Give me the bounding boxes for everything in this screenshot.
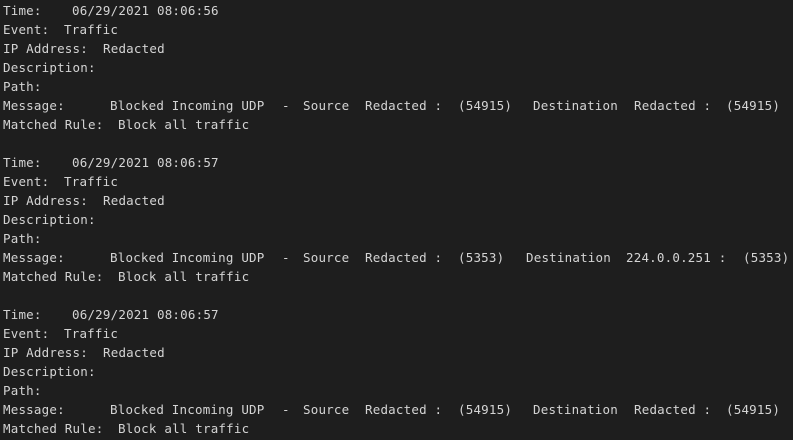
message-line: Message: Blocked Incoming UDP - Source R… (3, 400, 780, 419)
ip-value: Redacted (103, 345, 165, 360)
time-line: Time: 06/29/2021 08:06:56 (3, 1, 219, 20)
matched-rule-value: Block all traffic (118, 117, 250, 132)
time-value: 06/29/2021 08:06:56 (72, 3, 219, 18)
description-line: Description: (3, 362, 96, 381)
path-label: Path: (3, 79, 42, 94)
path-line: Path: (3, 229, 49, 248)
message-destination-addr: 224.0.0.251 : (626, 250, 727, 265)
message-source-addr: Redacted : (365, 402, 443, 417)
description-line: Description: (3, 58, 96, 77)
message-source-port: (5353) (458, 250, 505, 265)
message-dash: - (282, 250, 290, 265)
message-label: Message: (3, 402, 65, 417)
message-label: Message: (3, 98, 65, 113)
message-source-port: (54915) (458, 402, 513, 417)
message-destination-label: Destination (533, 402, 618, 417)
message-dash: - (282, 98, 290, 113)
message-dash: - (282, 402, 290, 417)
time-value: 06/29/2021 08:06:57 (72, 307, 219, 322)
ip-line: IP Address: Redacted (3, 343, 165, 362)
matched-rule-label: Matched Rule: (3, 269, 104, 284)
message-action: Blocked Incoming UDP (110, 98, 265, 113)
matched-rule-value: Block all traffic (118, 269, 250, 284)
time-line: Time: 06/29/2021 08:06:57 (3, 153, 219, 172)
event-label: Event: (3, 174, 50, 189)
message-destination-port: (54915) (726, 402, 781, 417)
message-destination-label: Destination (526, 250, 611, 265)
event-value: Traffic (64, 326, 119, 341)
message-source-label: Source (303, 402, 350, 417)
event-value: Traffic (64, 174, 119, 189)
path-line: Path: (3, 77, 49, 96)
matched-rule-line: Matched Rule: Block all traffic (3, 419, 249, 438)
ip-label: IP Address: (3, 41, 88, 56)
ip-label: IP Address: (3, 345, 88, 360)
description-line: Description: (3, 210, 96, 229)
message-destination-addr: Redacted : (634, 98, 712, 113)
description-label: Description: (3, 364, 96, 379)
ip-value: Redacted (103, 193, 165, 208)
event-line: Event: Traffic (3, 20, 118, 39)
message-source-label: Source (303, 250, 350, 265)
event-label: Event: (3, 326, 50, 341)
matched-rule-value: Block all traffic (118, 421, 250, 436)
description-label: Description: (3, 212, 96, 227)
message-action: Blocked Incoming UDP (110, 402, 265, 417)
ip-label: IP Address: (3, 193, 88, 208)
event-label: Event: (3, 22, 50, 37)
time-label: Time: (3, 155, 42, 170)
matched-rule-line: Matched Rule: Block all traffic (3, 267, 249, 286)
terminal-output[interactable]: Time: 06/29/2021 08:06:56 Event: Traffic… (0, 0, 793, 440)
message-destination-label: Destination (533, 98, 618, 113)
time-value: 06/29/2021 08:06:57 (72, 155, 219, 170)
message-line: Message: Blocked Incoming UDP - Source R… (3, 248, 789, 267)
ip-line: IP Address: Redacted (3, 39, 165, 58)
matched-rule-label: Matched Rule: (3, 117, 104, 132)
message-source-addr: Redacted : (365, 98, 443, 113)
time-label: Time: (3, 307, 42, 322)
message-destination-addr: Redacted : (634, 402, 712, 417)
path-label: Path: (3, 383, 42, 398)
path-line: Path: (3, 381, 49, 400)
matched-rule-label: Matched Rule: (3, 421, 104, 436)
message-destination-port: (54915) (726, 98, 781, 113)
message-source-addr: Redacted : (365, 250, 443, 265)
event-value: Traffic (64, 22, 119, 37)
event-line: Event: Traffic (3, 172, 118, 191)
ip-value: Redacted (103, 41, 165, 56)
matched-rule-line: Matched Rule: Block all traffic (3, 115, 249, 134)
path-label: Path: (3, 231, 42, 246)
message-action: Blocked Incoming UDP (110, 250, 265, 265)
message-source-port: (54915) (458, 98, 513, 113)
message-source-label: Source (303, 98, 350, 113)
ip-line: IP Address: Redacted (3, 191, 165, 210)
time-label: Time: (3, 3, 42, 18)
time-line: Time: 06/29/2021 08:06:57 (3, 305, 219, 324)
message-destination-port: (5353) (743, 250, 790, 265)
description-label: Description: (3, 60, 96, 75)
event-line: Event: Traffic (3, 324, 118, 343)
message-line: Message: Blocked Incoming UDP - Source R… (3, 96, 780, 115)
message-label: Message: (3, 250, 65, 265)
